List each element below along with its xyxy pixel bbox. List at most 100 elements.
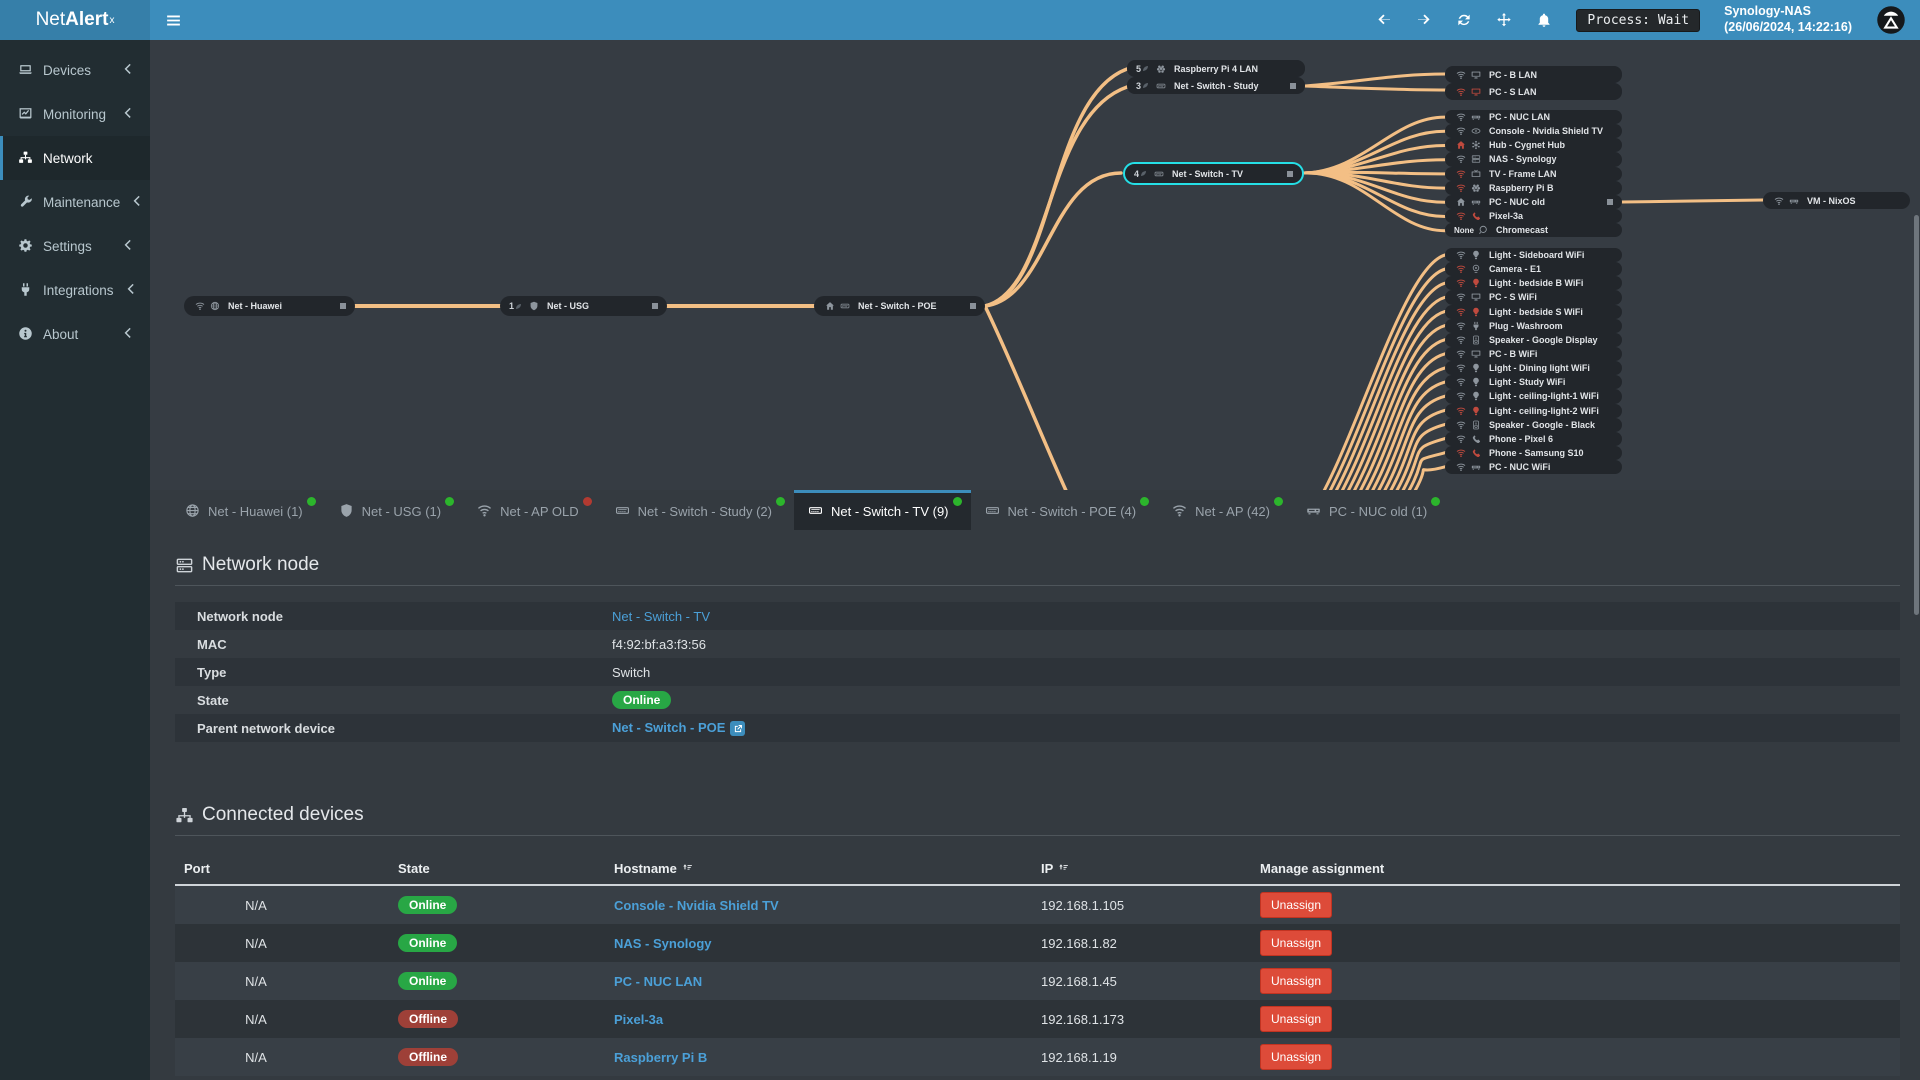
node-row[interactable]: 3 Net - Switch - Study	[1127, 77, 1305, 94]
nav-back-button[interactable]	[1376, 12, 1392, 28]
node-handle[interactable]	[970, 303, 976, 309]
node-row[interactable]: PC - NUC WiFi	[1445, 460, 1622, 475]
node-tab[interactable]: PC - NUC old (1)	[1292, 490, 1449, 530]
col-hostname[interactable]: Hostname	[614, 861, 1041, 876]
chevron-left-icon	[121, 62, 136, 79]
node-row[interactable]: PC - NUC LAN	[1445, 110, 1622, 125]
node-label: Light - Dining light WiFi	[1489, 363, 1590, 374]
nav-forward-button[interactable]	[1416, 12, 1432, 28]
node-row[interactable]: Phone - Samsung S10	[1445, 445, 1622, 461]
node-row[interactable]: Phone - Pixel 6	[1445, 431, 1622, 446]
network-node-link[interactable]: Net - Switch - TV	[612, 609, 710, 624]
node-tab[interactable]: Net - USG (1)	[325, 490, 463, 530]
node-row[interactable]: Light - ceiling-light-2 WiFi	[1445, 403, 1622, 418]
node-row[interactable]: Speaker - Google - Black	[1445, 417, 1622, 432]
node-row[interactable]: Light - bedside S WiFi	[1445, 304, 1622, 319]
node-row[interactable]: TV - Frame LAN	[1445, 166, 1622, 181]
unassign-button[interactable]: Unassign	[1260, 968, 1333, 994]
node-row[interactable]: Camera - E1	[1445, 262, 1622, 277]
node-label: Light - Study WiFi	[1489, 377, 1566, 388]
host-timestamp: (26/06/2024, 14:22:16)	[1724, 20, 1852, 34]
hostname-link[interactable]: NAS - Synology	[614, 936, 712, 951]
hostname-link[interactable]: Console - Nvidia Shield TV	[614, 898, 779, 913]
unassign-button[interactable]: Unassign	[1260, 1006, 1333, 1032]
node-net-usg[interactable]: 1 Net - USG	[500, 296, 667, 316]
sidebar-item[interactable]: Maintenance	[0, 180, 150, 224]
node-row[interactable]: PC - S WiFi	[1445, 290, 1622, 305]
node-handle[interactable]	[1607, 198, 1613, 205]
device-type-icon	[1469, 406, 1482, 416]
info-row: Parent network device Net - Switch - POE	[175, 714, 1900, 742]
sidebar-item[interactable]: About	[0, 312, 150, 356]
node-handle[interactable]	[1290, 82, 1296, 89]
node-row[interactable]: Light - Study WiFi	[1445, 375, 1622, 390]
sidebar-item[interactable]: Settings	[0, 224, 150, 268]
hostname-link[interactable]: Raspberry Pi B	[614, 1050, 707, 1065]
hostname-link[interactable]: PC - NUC LAN	[614, 974, 702, 989]
node-tab[interactable]: Net - Huawei (1)	[171, 490, 325, 530]
parent-device-link[interactable]: Net - Switch - POE	[612, 720, 725, 735]
node-group-study[interactable]: 5 Raspberry Pi 4 LAN 3 Net - Switch - St…	[1127, 60, 1305, 94]
section-title-text: Connected devices	[202, 804, 364, 825]
node-row[interactable]: Speaker - Google Display	[1445, 332, 1622, 347]
node-row[interactable]: Light - bedside B WiFi	[1445, 276, 1622, 291]
state-badge: Offline	[398, 1010, 458, 1028]
notifications-bell-button[interactable]	[1536, 12, 1552, 28]
node-row[interactable]: None Chromecast	[1445, 223, 1622, 238]
node-row[interactable]: Light - Sideboard WiFi	[1445, 248, 1622, 263]
sidebar-item[interactable]: Network	[0, 136, 150, 180]
sidebar-item[interactable]: Devices	[0, 48, 150, 92]
node-row[interactable]: PC - B LAN	[1445, 66, 1622, 83]
node-label: Hub - Cygnet Hub	[1489, 140, 1565, 151]
node-row[interactable]: Light - Dining light WiFi	[1445, 361, 1622, 376]
node-tab[interactable]: Net - AP OLD	[463, 490, 601, 530]
node-net-switch-poe[interactable]: Net - Switch - POE	[814, 296, 985, 316]
network-topology-canvas[interactable]: Net - Huawei 1 Net - USG Net - Switch - …	[150, 40, 1920, 490]
node-group-tv-children[interactable]: PC - NUC LAN Console - Nvidia Shield TV …	[1445, 110, 1622, 238]
node-tab[interactable]: Net - AP (42)	[1158, 490, 1292, 530]
node-group-wifi-children[interactable]: Light - Sideboard WiFi Camera - E1 Light…	[1445, 248, 1622, 475]
node-net-switch-tv-selected[interactable]: 4 Net - Switch - TV	[1123, 162, 1304, 185]
node-handle[interactable]	[652, 303, 658, 309]
node-row[interactable]: PC - S LAN	[1445, 83, 1622, 100]
move-pages-button[interactable]	[1496, 12, 1512, 28]
state-badge: Online	[398, 896, 458, 914]
node-row[interactable]: Console - Nvidia Shield TV	[1445, 124, 1622, 139]
node-row[interactable]: 5 Raspberry Pi 4 LAN	[1127, 60, 1305, 77]
node-label: Console - Nvidia Shield TV	[1489, 126, 1604, 137]
node-label: NAS - Synology	[1489, 154, 1557, 165]
unassign-button[interactable]: Unassign	[1260, 930, 1333, 956]
node-tab[interactable]: Net - Switch - Study (2)	[601, 490, 794, 530]
node-label: PC - NUC old	[1489, 196, 1545, 207]
hostname-link[interactable]: Pixel-3a	[614, 1012, 663, 1027]
unassign-button[interactable]: Unassign	[1260, 1044, 1333, 1070]
node-group-pc-lan[interactable]: PC - B LAN PC - S LAN	[1445, 66, 1622, 100]
node-tab[interactable]: Net - Switch - POE (4)	[971, 490, 1159, 530]
node-row[interactable]: Plug - Washroom	[1445, 318, 1622, 333]
node-handle[interactable]	[1287, 170, 1293, 177]
port-cell: N/A	[245, 1011, 267, 1027]
node-row[interactable]: Raspberry Pi B	[1445, 180, 1622, 195]
node-row[interactable]: Hub - Cygnet Hub	[1445, 138, 1622, 153]
node-net-huawei[interactable]: Net - Huawei	[184, 296, 355, 316]
node-vm-nixos[interactable]: VM - NixOS	[1763, 192, 1910, 209]
node-row[interactable]: PC - NUC old	[1445, 194, 1622, 209]
sidebar-item[interactable]: Monitoring	[0, 92, 150, 136]
node-row[interactable]: Pixel-3a	[1445, 208, 1622, 224]
sidebar-toggle-button[interactable]	[150, 0, 196, 40]
user-avatar[interactable]	[1876, 5, 1906, 35]
node-row[interactable]: PC - B WiFi	[1445, 346, 1622, 362]
node-handle[interactable]	[340, 303, 346, 309]
app-logo[interactable]: Net Alert x	[0, 0, 150, 40]
node-tab[interactable]: Net - Switch - TV (9)	[794, 490, 971, 530]
sidebar-item[interactable]: Integrations	[0, 268, 150, 312]
node-row[interactable]: NAS - Synology	[1445, 152, 1622, 167]
external-link-icon[interactable]	[730, 721, 746, 737]
page-scrollbar[interactable]	[1914, 215, 1919, 615]
node-row[interactable]: Light - ceiling-light-1 WiFi	[1445, 389, 1622, 404]
refresh-button[interactable]	[1456, 12, 1472, 28]
child-count: 5	[1136, 64, 1149, 74]
unassign-button[interactable]: Unassign	[1260, 892, 1333, 918]
col-ip[interactable]: IP	[1041, 861, 1260, 876]
leaf-icon	[1140, 170, 1147, 177]
